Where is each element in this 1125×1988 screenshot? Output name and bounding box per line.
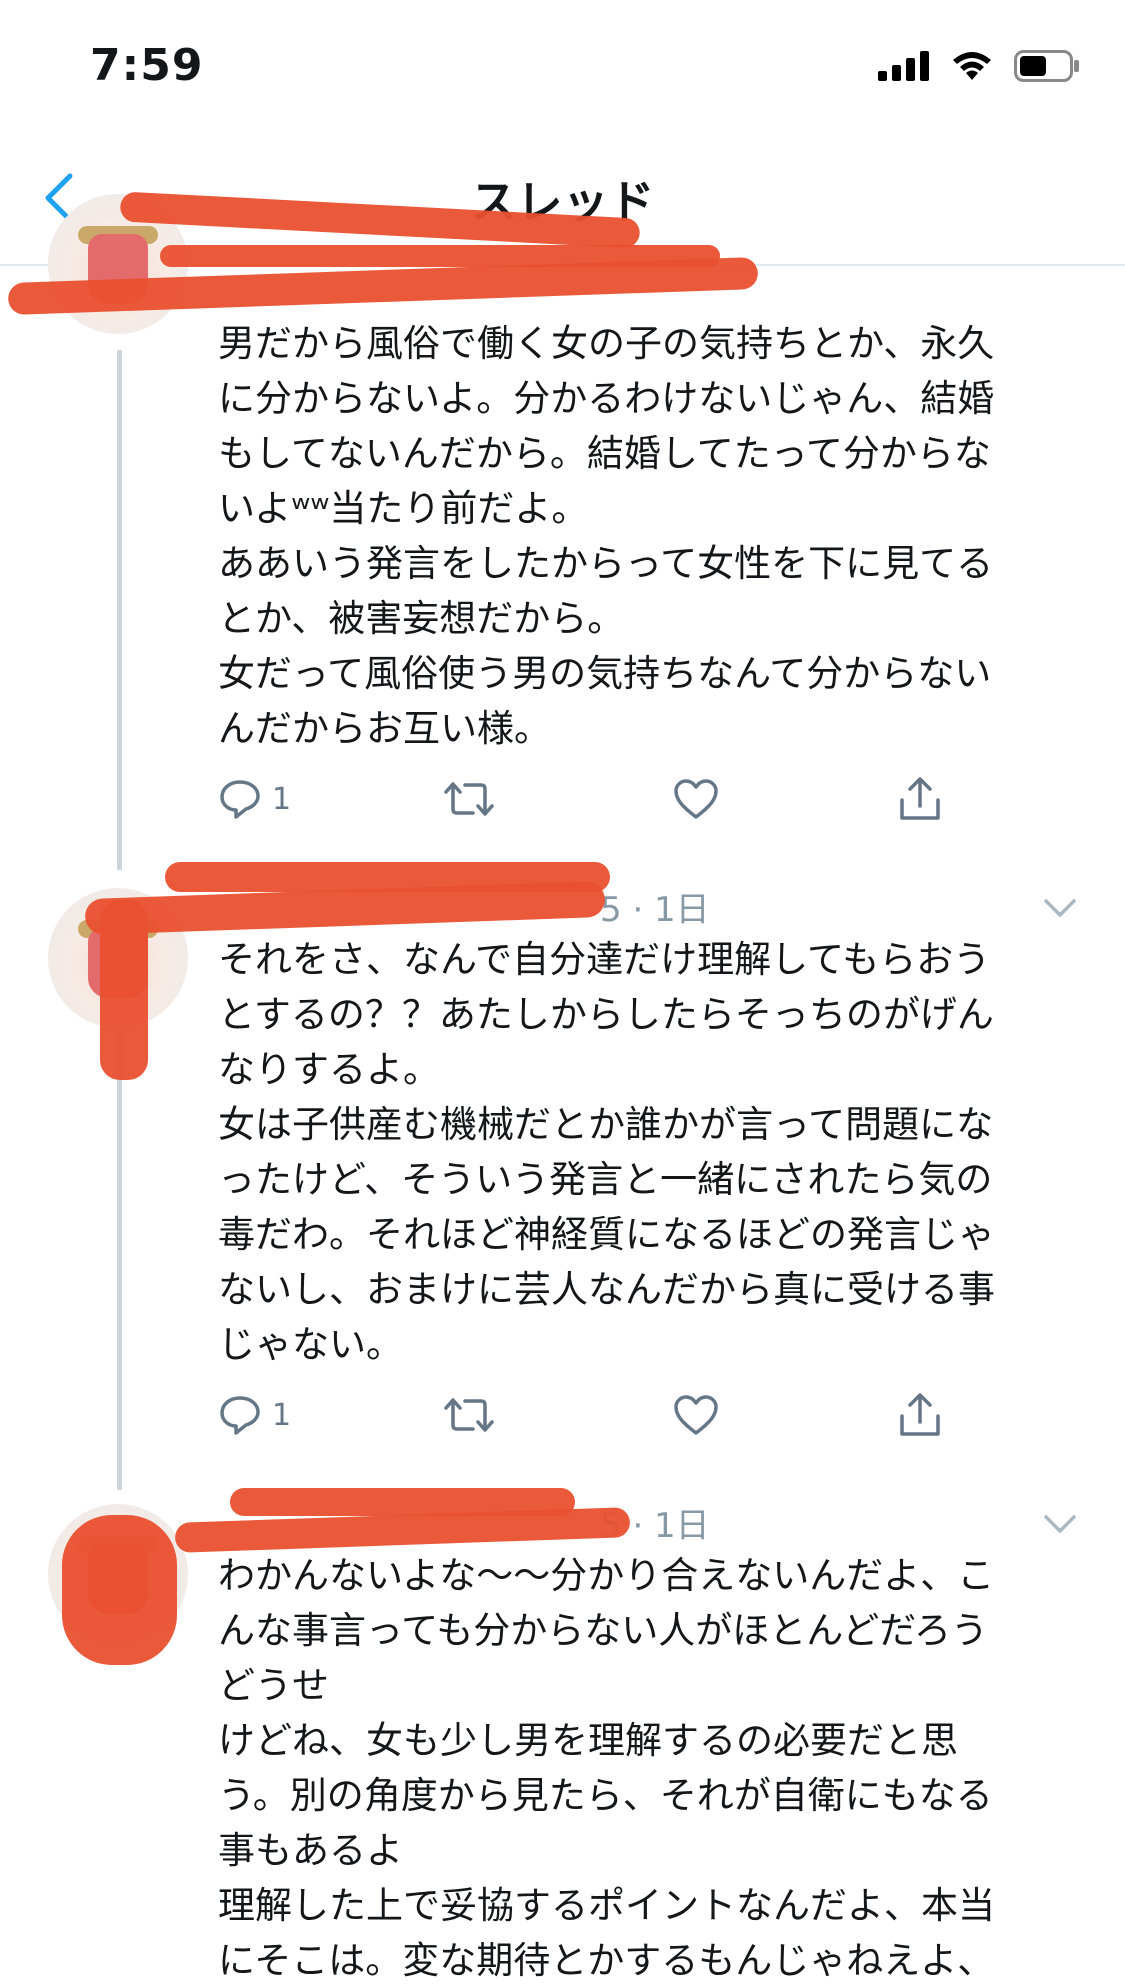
- redaction-mark: [84, 880, 606, 936]
- reply-count: 1: [272, 1397, 292, 1433]
- tweet-text: 男だから風俗で働く女の子の気持ちとか、永久 に分からないよ。分かるわけないじゃん…: [218, 322, 995, 750]
- share-button[interactable]: [898, 769, 942, 829]
- retweet-button[interactable]: [443, 1385, 495, 1445]
- status-bar: 7:59: [0, 0, 1125, 130]
- heart-icon: [674, 1395, 718, 1435]
- chevron-down-icon[interactable]: [1043, 896, 1077, 920]
- redaction-mark: [160, 245, 720, 267]
- heart-icon: [674, 779, 718, 819]
- reply-icon: [220, 1396, 260, 1435]
- status-time: 7:59: [90, 40, 204, 91]
- retweet-button[interactable]: [443, 769, 495, 829]
- tweet-actions: 1: [218, 769, 978, 829]
- cellular-signal-icon: [878, 51, 929, 81]
- share-icon: [900, 1393, 940, 1436]
- thread-line: [117, 1030, 122, 1490]
- share-button[interactable]: [898, 1385, 942, 1445]
- tweet-text: それをさ、なんで自分達だけ理解してもらおう とするの？？あたしからしたらそっちの…: [218, 938, 995, 1366]
- reply-icon: [220, 780, 260, 819]
- redaction-mark: [100, 900, 148, 1080]
- wifi-icon: [953, 52, 991, 80]
- reply-count: 1: [272, 781, 292, 817]
- thread-line: [117, 350, 122, 870]
- chevron-down-icon[interactable]: [1043, 1512, 1077, 1536]
- reply-button[interactable]: 1: [218, 769, 291, 829]
- like-button[interactable]: [673, 1385, 719, 1445]
- retweet-icon: [444, 782, 494, 816]
- retweet-icon: [444, 1398, 494, 1432]
- tweet-actions: 1: [218, 1385, 978, 1445]
- status-icons: [878, 50, 1080, 82]
- share-icon: [900, 777, 940, 820]
- tweet-text: わかんないよな〜〜分かり合えないんだよ、こ んな事言っても分からない人がほとんど…: [218, 1554, 995, 1982]
- tweet-author: 5 · 1日: [600, 882, 710, 931]
- reply-button[interactable]: 1: [218, 1385, 291, 1445]
- redaction-mark: [62, 1515, 177, 1665]
- battery-icon: [1014, 50, 1079, 82]
- tweet-meta: 5 · 1日: [600, 890, 710, 930]
- like-button[interactable]: [673, 769, 719, 829]
